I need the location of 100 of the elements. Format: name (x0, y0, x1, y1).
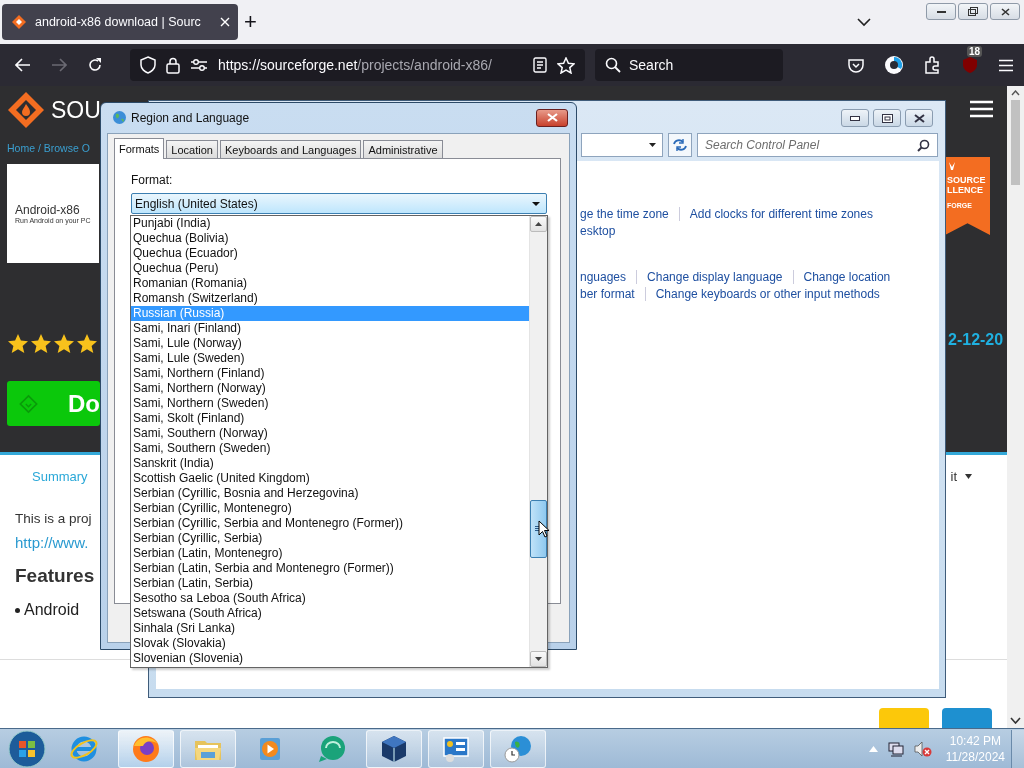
list-option[interactable]: Quechua (Ecuador) (131, 246, 529, 261)
reload-icon[interactable] (87, 57, 103, 73)
close-icon[interactable] (220, 17, 230, 27)
list-option[interactable]: Sami, Northern (Finland) (131, 366, 529, 381)
list-option[interactable]: Sami, Lule (Norway) (131, 336, 529, 351)
browser-tab[interactable]: android-x86 download | Sourc (2, 4, 238, 40)
address-bar[interactable]: https://sourceforge.net/projects/android-x86/ (130, 49, 585, 81)
settings-link[interactable]: Change keyboards or other input methods (655, 286, 880, 301)
settings-link[interactable]: nguages (580, 269, 627, 284)
list-option[interactable]: Serbian (Cyrillic, Serbia) (131, 531, 529, 546)
search-field[interactable]: Search (627, 56, 771, 74)
new-tab-button[interactable]: + (240, 9, 261, 35)
close-button[interactable] (990, 3, 1020, 20)
list-option[interactable]: Sami, Southern (Sweden) (131, 441, 529, 456)
settings-link[interactable]: esktop (580, 223, 616, 238)
chat-bubble-icon (317, 733, 347, 764)
list-option[interactable]: Quechua (Bolivia) (131, 231, 529, 246)
maximize-button[interactable] (873, 109, 901, 127)
share-tile[interactable] (879, 708, 929, 728)
list-option[interactable]: Romansh (Switzerland) (131, 291, 529, 306)
close-button[interactable] (905, 109, 933, 127)
start-orb-icon[interactable] (8, 729, 46, 768)
date-text: 2-12-20 (948, 331, 1004, 349)
list-option[interactable]: Sanskrit (India) (131, 456, 529, 471)
close-button[interactable] (536, 108, 568, 127)
list-option[interactable]: Punjabi (India) (131, 216, 529, 231)
list-option[interactable]: Quechua (Peru) (131, 261, 529, 276)
list-option[interactable]: Sami, Lule (Sweden) (131, 351, 529, 366)
format-label: Format: (131, 173, 174, 187)
scroll-down-button[interactable] (530, 651, 547, 667)
list-option[interactable]: Sami, Southern (Norway) (131, 426, 529, 441)
settings-link[interactable]: Change display language (647, 269, 783, 284)
settings-link[interactable]: ber format (580, 286, 635, 301)
caret-icon (535, 657, 542, 661)
list-option[interactable]: Serbian (Cyrillic, Bosnia and Herzegovina) (131, 486, 529, 501)
dialog-tab[interactable]: Keyboards and Languages (219, 140, 362, 158)
shield-icon (962, 56, 978, 74)
taskbar-button[interactable] (118, 729, 174, 768)
list-option[interactable]: Slovenian (Slovenia) (131, 651, 529, 666)
search-field[interactable]: Search Control Panel (705, 137, 875, 153)
maximize-button[interactable] (958, 3, 988, 20)
puzzle-icon[interactable] (924, 56, 942, 74)
caret-icon (649, 143, 656, 147)
logo-text[interactable]: SOU (51, 96, 101, 124)
list-option[interactable]: Serbian (Cyrillic, Montenegro) (131, 501, 529, 516)
minimize-button[interactable] (926, 3, 956, 20)
list-option[interactable]: Serbian (Cyrillic, Serbia and Montenegro (Former)) (131, 516, 529, 531)
scroll-thumb[interactable] (1011, 100, 1020, 185)
list-option[interactable]: Romanian (Romania) (131, 276, 529, 291)
list-option[interactable]: Sami, Northern (Norway) (131, 381, 529, 396)
list-scrollbar[interactable] (529, 216, 547, 667)
dialog-tab[interactable]: Location (166, 140, 218, 158)
settings-link[interactable]: Change location (803, 269, 891, 284)
list-option[interactable]: Serbian (Latin, Serbia and Montenegro (Former)) (131, 561, 529, 576)
list-option[interactable]: Setswana (South Africa) (131, 606, 529, 621)
page-scrollbar[interactable] (1007, 86, 1024, 728)
badge-text: LLENCE (947, 185, 983, 195)
page-tab[interactable]: it (950, 469, 972, 484)
search-bar[interactable]: Search Control Panel (697, 133, 938, 157)
reader-view-icon[interactable] (533, 57, 547, 73)
search-bar[interactable]: Search (595, 49, 783, 81)
refresh-button[interactable] (668, 133, 692, 157)
dialog-tab[interactable]: Formats (114, 138, 165, 159)
list-option[interactable]: Serbian (Latin, Serbia) (131, 576, 529, 591)
list-option[interactable]: Sami, Northern (Sweden) (131, 396, 529, 411)
settings-link[interactable]: Add clocks for different time zones (689, 206, 873, 221)
star-outline-icon[interactable] (557, 56, 575, 74)
list-option[interactable]: Sami, Inari (Finland) (131, 321, 529, 336)
menu-icon[interactable] (998, 58, 1014, 72)
chevron-down-icon[interactable] (857, 17, 871, 27)
settings-link[interactable]: ge the time zone (580, 206, 669, 221)
project-name: Android-x86 (15, 203, 81, 217)
network-icon[interactable] (887, 740, 904, 757)
back-arrow-icon[interactable] (15, 58, 31, 72)
minimize-button[interactable] (841, 109, 869, 127)
format-dropdown[interactable]: English (United States) (131, 193, 547, 214)
globe-icon (112, 110, 127, 125)
chevron-down-icon (1010, 717, 1021, 724)
feed-tile[interactable] (942, 708, 992, 728)
breadcrumb-link[interactable]: Home / Browse O (7, 142, 90, 154)
address-field[interactable] (581, 133, 663, 157)
menu-icon[interactable] (970, 100, 993, 118)
list-option[interactable]: Sami, Skolt (Finland) (131, 411, 529, 426)
pocket-icon[interactable] (848, 57, 864, 73)
feature-item: Android (24, 601, 80, 619)
dialog-title: Region and Language (131, 110, 250, 125)
progress-circle-icon[interactable] (884, 55, 904, 75)
taskbar-button[interactable] (366, 729, 422, 768)
list-option[interactable]: Slovak (Slovakia) (131, 636, 529, 651)
speaker-muted-icon[interactable] (913, 740, 932, 757)
list-option[interactable]: Serbian (Latin, Montenegro) (131, 546, 529, 561)
features-heading: Features (15, 565, 95, 587)
star-icon (30, 333, 52, 355)
list-option[interactable]: Scottish Gaelic (United Kingdom) (131, 471, 529, 486)
search-icon (605, 57, 621, 73)
scroll-up-button[interactable] (530, 216, 547, 232)
list-option[interactable]: Sesotho sa Leboa (South Africa) (131, 591, 529, 606)
taskbar-button[interactable] (428, 729, 484, 768)
dialog-tab[interactable]: Administrative (363, 140, 443, 158)
list-option[interactable]: Sinhala (Sri Lanka) (131, 621, 529, 636)
